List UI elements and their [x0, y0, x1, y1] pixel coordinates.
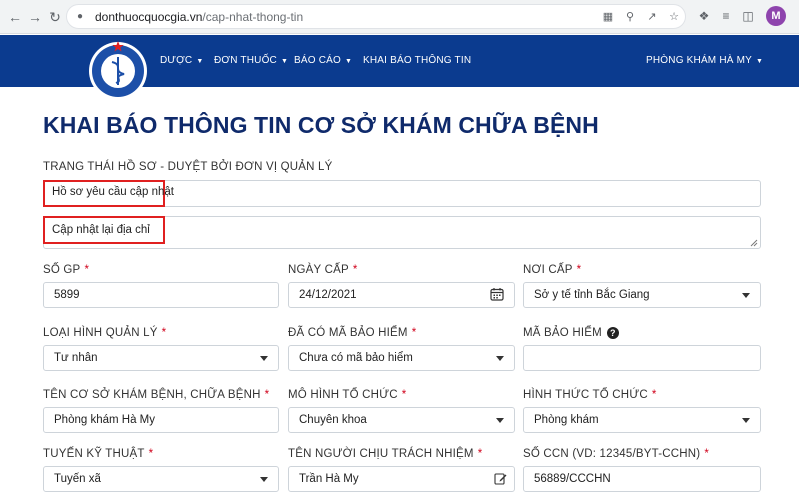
dropdown-arrow-icon	[496, 418, 504, 423]
share-icon[interactable]: ↗	[645, 10, 659, 24]
url-text: donthuocquocgia.vn/cap-nhat-thong-tin	[95, 10, 304, 24]
resize-handle-icon[interactable]	[750, 239, 758, 247]
ministry-of-health-logo[interactable]	[88, 35, 148, 121]
noi-cap-label: NƠI CẤP *	[523, 264, 582, 276]
da-co-ma-bh-label: ĐÃ CÓ MÃ BẢO HIỂM *	[288, 327, 417, 339]
ma-bh-label: MÃ BẢO HIỂM?	[523, 327, 619, 339]
reading-list-icon[interactable]: ≡	[718, 8, 734, 24]
menu-duoc[interactable]: DƯỢC ▼	[160, 55, 204, 66]
back-icon[interactable]: ←	[6, 8, 24, 26]
chevron-down-icon: ▼	[344, 58, 353, 65]
nguoi-chiu-tn-input[interactable]: Trần Hà My	[288, 466, 515, 492]
page-title: KHAI BÁO THÔNG TIN CƠ SỞ KHÁM CHỮA BỆNH	[43, 112, 599, 138]
tuyen-label: TUYẾN KỸ THUẬT *	[43, 448, 154, 460]
dropdown-arrow-icon	[260, 477, 268, 482]
chevron-down-icon: ▼	[196, 58, 204, 65]
help-icon[interactable]: ?	[606, 327, 619, 339]
extensions-icon[interactable]: ❖	[696, 8, 712, 24]
ma-bh-input[interactable]	[523, 345, 761, 371]
browser-toolbar: ← → ↻ ● donthuocquocgia.vn/cap-nhat-thon…	[0, 0, 799, 34]
hinh-thuc-select[interactable]: Phòng khám	[523, 407, 761, 433]
reload-icon[interactable]: ↻	[46, 8, 64, 26]
so-ccn-label: SỐ CCN (VD: 12345/BYT-CCHN) *	[523, 448, 709, 460]
bookmark-star-icon[interactable]: ☆	[667, 10, 681, 24]
so-gp-label: SỐ GP *	[43, 264, 90, 276]
dropdown-arrow-icon	[742, 418, 750, 423]
loai-hinh-label: LOẠI HÌNH QUẢN LÝ *	[43, 327, 167, 339]
status-note: Cập nhật lại địa chỉ	[52, 224, 150, 236]
so-gp-input[interactable]: 5899	[43, 282, 279, 308]
forward-icon[interactable]: →	[26, 8, 44, 26]
noi-cap-select[interactable]: Sở y tế tỉnh Bắc Giang	[523, 282, 761, 308]
site-header: DƯỢC ▼ ĐƠN THUỐC ▼ BÁO CÁO ▼ KHAI BÁO THÔNG…	[0, 35, 799, 100]
mo-hinh-select[interactable]: Chuyên khoa	[288, 407, 515, 433]
status-label: TRANG THÁI HỒ SƠ - DUYỆT BỞI ĐƠN VỊ QUẢN…	[43, 161, 333, 173]
menu-khai-bao-thong-tin[interactable]: KHAI BÁO THÔNG TIN	[363, 55, 471, 66]
dropdown-arrow-icon	[742, 293, 750, 298]
ten-co-so-label: TÊN CƠ SỞ KHÁM BỆNH, CHỮA BỆNH *	[43, 389, 270, 401]
edit-icon[interactable]	[494, 472, 507, 485]
calendar-icon[interactable]	[490, 287, 504, 301]
mo-hinh-label: MÔ HÌNH TỔ CHỨC *	[288, 389, 407, 401]
user-menu[interactable]: PHÒNG KHÁM HÀ MY ▼	[646, 55, 763, 66]
da-co-ma-bh-select[interactable]: Chưa có mã bảo hiểm	[288, 345, 515, 371]
zoom-icon[interactable]: ⚲	[623, 10, 637, 24]
chevron-down-icon: ▼	[280, 58, 289, 65]
menu-don-thuoc[interactable]: ĐƠN THUỐC ▼	[214, 55, 288, 66]
ten-co-so-input[interactable]: Phòng khám Hà My	[43, 407, 279, 433]
address-bar[interactable]: ● donthuocquocgia.vn/cap-nhat-thong-tin …	[66, 4, 686, 29]
translate-icon[interactable]: ▦	[601, 10, 615, 24]
dropdown-arrow-icon	[496, 356, 504, 361]
dropdown-arrow-icon	[260, 356, 268, 361]
lock-icon: ●	[77, 11, 84, 22]
hinh-thuc-label: HÌNH THỨC TỔ CHỨC *	[523, 389, 657, 401]
side-panel-icon[interactable]: ◫	[740, 8, 756, 24]
nguoi-chiu-tn-label: TÊN NGƯỜI CHỊU TRÁCH NHIỆM *	[288, 448, 483, 460]
status-value: Hồ sơ yêu cầu cập nhật	[52, 186, 174, 198]
so-ccn-input[interactable]: 56889/CCCHN	[523, 466, 761, 492]
tuyen-select[interactable]: Tuyến xã	[43, 466, 279, 492]
ngay-cap-label: NGÀY CẤP *	[288, 264, 358, 276]
chevron-down-icon: ▼	[756, 58, 764, 65]
menu-bao-cao[interactable]: BÁO CÁO ▼	[294, 55, 352, 66]
loai-hinh-select[interactable]: Tư nhân	[43, 345, 279, 371]
profile-avatar[interactable]: M	[766, 6, 786, 26]
ngay-cap-input[interactable]: 24/12/2021	[288, 282, 515, 308]
